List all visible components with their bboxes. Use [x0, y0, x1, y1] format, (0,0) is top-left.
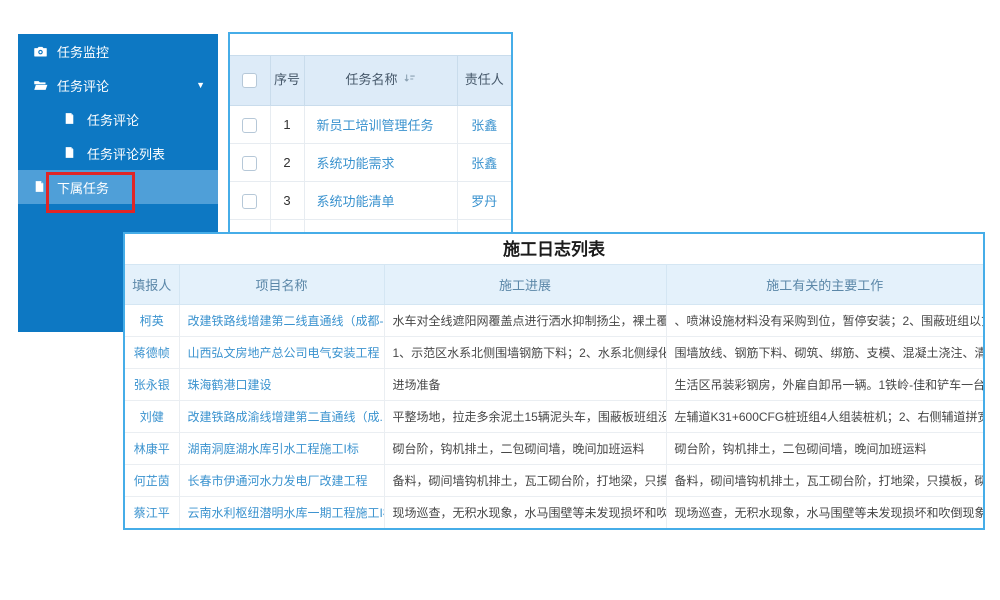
task-table: 序号 任务名称 责任人 1 新员工培 [230, 55, 511, 234]
select-all-checkbox[interactable] [242, 73, 257, 88]
log-table-header-row: 填报人 项目名称 施工进展 施工有关的主要工作 [125, 265, 983, 305]
row-checkbox[interactable] [242, 194, 257, 209]
file-icon [33, 180, 48, 195]
page: 任务监控 任务评论 ▼ 任务评论 任务评论列表 下属任务 [0, 0, 1000, 600]
row-index: 1 [270, 106, 304, 144]
col-header-project-name: 项目名称 [179, 265, 384, 305]
sidebar-item-label: 任务评论列表 [87, 144, 165, 163]
sidebar-item-label: 下属任务 [57, 178, 109, 197]
progress-cell: 水车对全线遮阳网覆盖点进行洒水抑制扬尘，裸土覆... [384, 305, 666, 337]
file-icon [63, 112, 78, 127]
sidebar-item-label: 任务评论 [87, 110, 139, 129]
col-header-index: 序号 [270, 56, 304, 106]
main-work-cell: 围墙放线、钢筋下料、砌筑、绑筋、支模、混凝土浇注、清... [666, 337, 983, 369]
sort-icon[interactable] [403, 72, 416, 89]
construction-log-panel: 施工日志列表 填报人 项目名称 施工进展 施工有关的主要工作 柯英 改建铁路线增… [123, 232, 985, 530]
owner-link[interactable]: 张鑫 [457, 106, 511, 144]
table-row: 张永银 珠海鹤港口建设 进场准备 生活区吊装彩钢房，外雇自卸吊一辆。1铁岭-佳和… [125, 369, 983, 401]
page-title: 施工日志列表 [125, 234, 983, 264]
task-table-header-row: 序号 任务名称 责任人 [230, 56, 511, 106]
reporter-link[interactable]: 蒋德帧 [125, 337, 179, 369]
task-name-link[interactable]: 系统功能清单 [304, 182, 457, 220]
col-header-progress: 施工进展 [384, 265, 666, 305]
table-row: 柯英 改建铁路线增建第二线直通线（成都-... 水车对全线遮阳网覆盖点进行洒水抑… [125, 305, 983, 337]
col-header-reporter: 填报人 [125, 265, 179, 305]
folder-open-icon [33, 78, 48, 93]
sidebar-item-task-comment-list[interactable]: 任务评论列表 [18, 136, 218, 170]
reporter-link[interactable]: 柯英 [125, 305, 179, 337]
task-name-link[interactable]: 系统功能需求 [304, 144, 457, 182]
project-link[interactable]: 改建铁路线增建第二线直通线（成都-... [179, 305, 384, 337]
sidebar-item-label: 任务评论 [57, 76, 109, 95]
project-link[interactable]: 山西弘文房地产总公司电气安装工程 [179, 337, 384, 369]
table-row: 2 系统功能需求 张鑫 [230, 144, 511, 182]
col-header-task-name[interactable]: 任务名称 [304, 56, 457, 106]
owner-link[interactable]: 罗丹 [457, 182, 511, 220]
project-link[interactable]: 珠海鹤港口建设 [179, 369, 384, 401]
progress-cell: 备料，砌间墙钩机排土，瓦工砌台阶，打地梁，只摸... [384, 465, 666, 497]
row-select-cell [230, 144, 270, 182]
progress-cell: 1、示范区水系北侧围墙钢筋下料；2、水系北侧绿化... [384, 337, 666, 369]
table-row: 蒋德帧 山西弘文房地产总公司电气安装工程 1、示范区水系北侧围墙钢筋下料；2、水… [125, 337, 983, 369]
main-work-cell: 砌台阶，钩机排土，二包砌间墙，晚间加班运料 [666, 433, 983, 465]
main-work-cell: 生活区吊装彩钢房，外雇自卸吊一辆。1铁岭-佳和铲车一台 [666, 369, 983, 401]
table-row: 蔡江平 云南水利枢纽潜明水库一期工程施工I标 现场巡查，无积水现象，水马围壁等未… [125, 497, 983, 529]
main-work-cell: 备料，砌间墙钩机排土，瓦工砌台阶，打地梁，只摸板，砌... [666, 465, 983, 497]
file-icon [63, 146, 78, 161]
row-select-cell [230, 182, 270, 220]
reporter-link[interactable]: 何芷茵 [125, 465, 179, 497]
row-select-cell [230, 106, 270, 144]
reporter-link[interactable]: 林康平 [125, 433, 179, 465]
project-link[interactable]: 长春市伊通河水力发电厂改建工程 [179, 465, 384, 497]
reporter-link[interactable]: 蔡江平 [125, 497, 179, 529]
row-checkbox[interactable] [242, 156, 257, 171]
main-work-cell: 、喷淋设施材料没有采购到位，暂停安装；2、围蔽班组以货... [666, 305, 983, 337]
progress-cell: 砌台阶，钩机排土，二包砌间墙，晚间加班运料 [384, 433, 666, 465]
row-index: 3 [270, 182, 304, 220]
main-work-cell: 现场巡查，无积水现象，水马围壁等未发现损坏和吹倒现象 ... [666, 497, 983, 529]
reporter-link[interactable]: 刘健 [125, 401, 179, 433]
project-link[interactable]: 云南水利枢纽潜明水库一期工程施工I标 [179, 497, 384, 529]
task-name-link[interactable]: 新员工培训管理任务 [304, 106, 457, 144]
table-row: 1 新员工培训管理任务 张鑫 [230, 106, 511, 144]
reporter-link[interactable]: 张永银 [125, 369, 179, 401]
sidebar-item-subordinate-tasks[interactable]: 下属任务 [18, 170, 218, 204]
main-work-cell: 左辅道K31+600CFG桩班组4人组装桩机；2、右侧辅道拼宽... [666, 401, 983, 433]
col-header-owner: 责任人 [457, 56, 511, 106]
sidebar-item-task-monitor[interactable]: 任务监控 [18, 34, 218, 68]
table-row: 刘健 改建铁路成渝线增建第二直通线（成... 平整场地，拉走多余泥土15辆泥头车… [125, 401, 983, 433]
col-header-main-work: 施工有关的主要工作 [666, 265, 983, 305]
task-table-panel: 序号 任务名称 责任人 1 新员工培 [228, 32, 513, 234]
table-row: 林康平 湖南洞庭湖水库引水工程施工I标 砌台阶，钩机排土，二包砌间墙，晚间加班运… [125, 433, 983, 465]
progress-cell: 平整场地，拉走多余泥土15辆泥头车，围蔽板班组没... [384, 401, 666, 433]
row-index: 2 [270, 144, 304, 182]
table-row: 3 系统功能清单 罗丹 [230, 182, 511, 220]
chevron-down-icon[interactable]: ▼ [196, 80, 205, 90]
sidebar-item-label: 任务监控 [57, 42, 109, 61]
select-all-cell [230, 56, 270, 106]
progress-cell: 进场准备 [384, 369, 666, 401]
camera-icon [33, 44, 48, 59]
row-checkbox[interactable] [242, 118, 257, 133]
sidebar-item-task-comments[interactable]: 任务评论 ▼ [18, 68, 218, 102]
owner-link[interactable]: 张鑫 [457, 144, 511, 182]
sidebar-item-task-comment[interactable]: 任务评论 [18, 102, 218, 136]
project-link[interactable]: 改建铁路成渝线增建第二直通线（成... [179, 401, 384, 433]
project-link[interactable]: 湖南洞庭湖水库引水工程施工I标 [179, 433, 384, 465]
construction-log-table: 填报人 项目名称 施工进展 施工有关的主要工作 柯英 改建铁路线增建第二线直通线… [125, 264, 983, 529]
progress-cell: 现场巡查，无积水现象，水马围壁等未发现损坏和吹... [384, 497, 666, 529]
table-row: 何芷茵 长春市伊通河水力发电厂改建工程 备料，砌间墙钩机排土，瓦工砌台阶，打地梁… [125, 465, 983, 497]
